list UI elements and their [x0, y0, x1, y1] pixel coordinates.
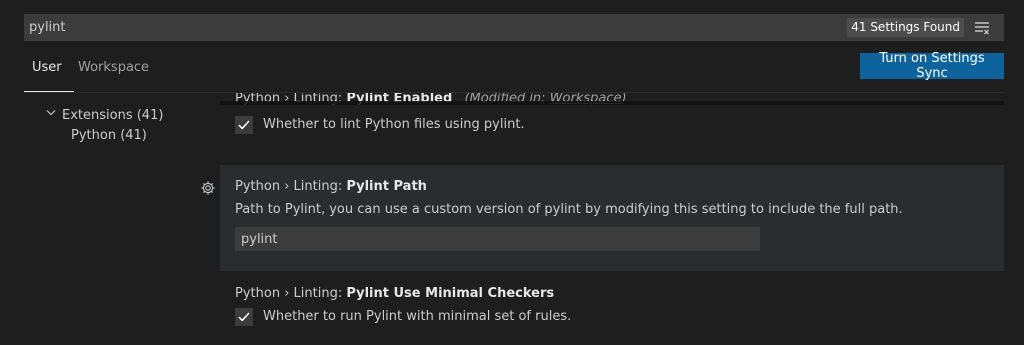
setting-pylint-path: Python › Linting: Pylint Path Path to Py… — [220, 165, 1004, 271]
search-input[interactable] — [24, 14, 844, 41]
setting-category: Python › Linting: — [235, 179, 347, 194]
results-count-badge: 41 Settings Found — [847, 18, 964, 37]
setting-title: Python › Linting: Pylint Use Minimal Che… — [235, 286, 554, 301]
setting-title: Python › Linting: Pylint Path — [235, 179, 427, 194]
settings-search-bar: 41 Settings Found — [24, 14, 1004, 41]
pylint-minimal-checkers-checkbox[interactable] — [235, 308, 253, 326]
setting-description: Path to Pylint, you can use a custom ver… — [235, 202, 903, 217]
turn-on-settings-sync-button[interactable]: Turn on Settings Sync — [860, 51, 1004, 81]
scroll-shadow — [220, 101, 1004, 105]
toc-item-python[interactable]: Python (41) — [71, 128, 147, 143]
setting-name: Pylint Use Minimal Checkers — [346, 286, 555, 301]
setting-category: Python › Linting: — [235, 286, 347, 301]
setting-description: Whether to lint Python files using pylin… — [263, 117, 525, 132]
tab-user[interactable]: User — [24, 58, 74, 92]
tab-workspace[interactable]: Workspace — [78, 58, 158, 92]
chevron-down-icon — [46, 106, 56, 116]
setting-pylint-use-minimal-checkers: Python › Linting: Pylint Use Minimal Che… — [220, 279, 1004, 339]
clear-filter-icon[interactable] — [974, 21, 990, 35]
toc-item-extensions[interactable]: Extensions (41) — [46, 106, 163, 123]
gear-icon[interactable] — [200, 180, 216, 196]
setting-description: Whether to run Pylint with minimal set o… — [263, 309, 572, 324]
pylint-enabled-checkbox[interactable] — [235, 116, 253, 134]
setting-name: Pylint Path — [346, 179, 427, 194]
toc-item-extensions-label: Extensions (41) — [62, 108, 164, 123]
pylint-path-input[interactable] — [235, 227, 760, 251]
settings-list: Python › Linting: Pylint Enabled (Modifi… — [220, 93, 1004, 345]
